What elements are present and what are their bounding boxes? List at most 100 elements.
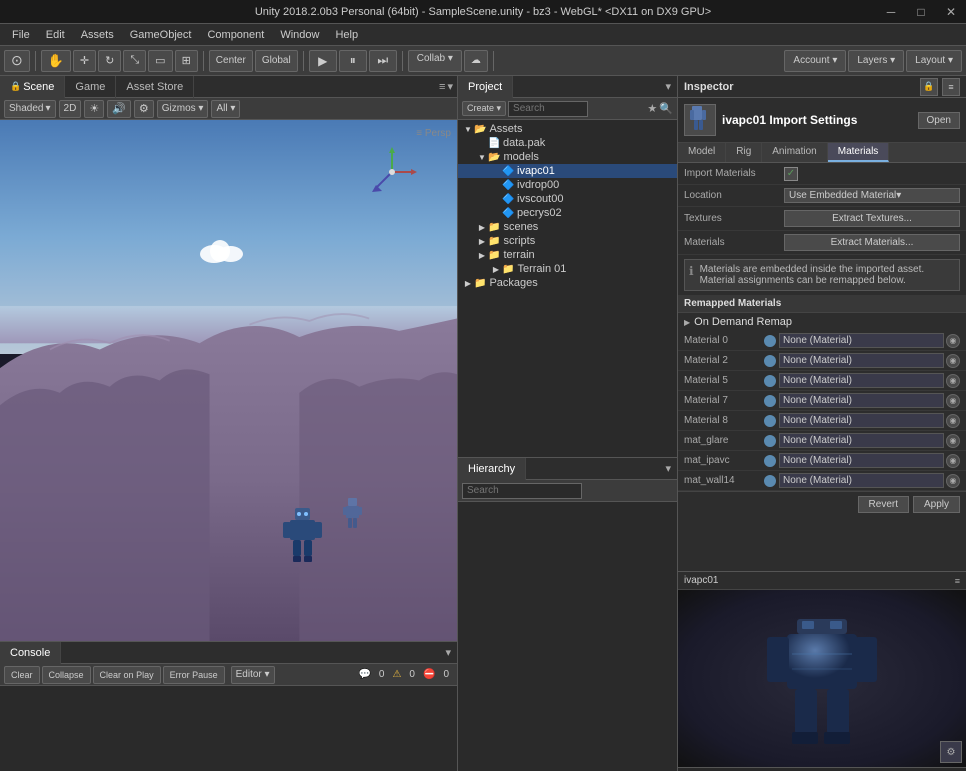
- mat-value-1[interactable]: None (Material): [779, 353, 944, 368]
- mat-value-3[interactable]: None (Material): [779, 393, 944, 408]
- rect-tool-button[interactable]: ▭: [148, 50, 172, 72]
- on-demand-remap[interactable]: ▶ On Demand Remap: [678, 313, 966, 331]
- tree-item-pecrys02[interactable]: 🔷pecrys02: [458, 206, 677, 220]
- tab-model[interactable]: Model: [678, 143, 726, 162]
- tab-asset-store[interactable]: Asset Store: [116, 76, 194, 98]
- import-materials-checkbox[interactable]: ✓: [784, 167, 798, 181]
- mat-value-2[interactable]: None (Material): [779, 373, 944, 388]
- close-button[interactable]: ✕: [936, 0, 966, 24]
- mat-picker-1[interactable]: ◉: [946, 354, 960, 368]
- mat-value-7[interactable]: None (Material): [779, 473, 944, 488]
- step-button[interactable]: ⏭: [369, 50, 397, 72]
- tab-materials[interactable]: Materials: [828, 143, 890, 162]
- tab-scene[interactable]: 🔒 Scene: [0, 76, 65, 98]
- unity-logo-button[interactable]: ⊙: [4, 50, 30, 72]
- menu-assets[interactable]: Assets: [73, 27, 122, 43]
- apply-button[interactable]: Apply: [913, 496, 960, 513]
- project-search-input[interactable]: [508, 101, 588, 117]
- menu-window[interactable]: Window: [272, 27, 327, 43]
- mat-picker-7[interactable]: ◉: [946, 474, 960, 488]
- scene-viewport[interactable]: ≡ Persp: [0, 120, 457, 641]
- audio-button[interactable]: 🔊: [107, 100, 131, 118]
- menu-help[interactable]: Help: [327, 27, 366, 43]
- tree-item-ivscout00[interactable]: 🔷ivscout00: [458, 192, 677, 206]
- tree-item-assets[interactable]: ▼📂Assets: [458, 122, 677, 136]
- lock-button[interactable]: 🔒: [920, 78, 938, 96]
- mat-value-0[interactable]: None (Material): [779, 333, 944, 348]
- search-icon[interactable]: 🔍: [659, 102, 673, 115]
- mat-picker-5[interactable]: ◉: [946, 434, 960, 448]
- layout-button[interactable]: Layout ▾: [906, 50, 962, 72]
- hand-tool-button[interactable]: ✋: [41, 50, 71, 72]
- extract-materials-button[interactable]: Extract Materials...: [784, 234, 960, 251]
- location-dropdown[interactable]: Use Embedded Material▾: [784, 188, 960, 203]
- effects-button[interactable]: ⚙: [134, 100, 154, 118]
- tab-animation[interactable]: Animation: [762, 143, 827, 162]
- all-dropdown[interactable]: All ▾: [211, 100, 240, 118]
- account-button[interactable]: Account ▾: [784, 50, 846, 72]
- tree-label-ivapc01: ivapc01: [517, 165, 555, 177]
- error-pause-button[interactable]: Error Pause: [163, 666, 225, 684]
- collapse-button[interactable]: Collapse: [42, 666, 91, 684]
- rotate-tool-button[interactable]: ↻: [98, 50, 121, 72]
- tree-item-scenes[interactable]: ▶📁scenes: [458, 220, 677, 234]
- gizmos-dropdown[interactable]: Gizmos ▾: [157, 100, 209, 118]
- hierarchy-search-input[interactable]: [462, 483, 582, 499]
- preview-settings-button[interactable]: ⚙: [940, 741, 962, 763]
- mat-picker-2[interactable]: ◉: [946, 374, 960, 388]
- tree-item-packages[interactable]: ▶📁Packages: [458, 276, 677, 290]
- preview-3d-viewport[interactable]: [678, 590, 966, 767]
- tree-item-scripts[interactable]: ▶📁scripts: [458, 234, 677, 248]
- global-button[interactable]: Global: [255, 50, 298, 72]
- tab-console[interactable]: Console: [0, 642, 61, 664]
- clear-on-play-button[interactable]: Clear on Play: [93, 666, 161, 684]
- tree-item-terrain01[interactable]: ▶📁Terrain 01: [458, 262, 677, 276]
- favorite-icon[interactable]: ★: [647, 102, 657, 115]
- scale-tool-button[interactable]: ⤡: [123, 50, 146, 72]
- extract-textures-button[interactable]: Extract Textures...: [784, 210, 960, 227]
- preview-menu[interactable]: ≡: [955, 576, 960, 586]
- collab-button[interactable]: Collab ▾: [408, 50, 462, 72]
- multi-tool-button[interactable]: ⊞: [175, 50, 198, 72]
- tab-game[interactable]: Game: [65, 76, 116, 98]
- center-button[interactable]: Center: [209, 50, 253, 72]
- mat-value-5[interactable]: None (Material): [779, 433, 944, 448]
- menu-component[interactable]: Component: [199, 27, 272, 43]
- menu-file[interactable]: File: [4, 27, 38, 43]
- mat-picker-4[interactable]: ◉: [946, 414, 960, 428]
- menu-gameobject[interactable]: GameObject: [122, 27, 200, 43]
- revert-button[interactable]: Revert: [858, 496, 909, 513]
- tree-item-ivapc01[interactable]: 🔷ivapc01: [458, 164, 677, 178]
- tree-item-terrain[interactable]: ▶📁terrain: [458, 248, 677, 262]
- menu-edit[interactable]: Edit: [38, 27, 73, 43]
- 2d-button[interactable]: 2D: [59, 100, 82, 118]
- mat-picker-6[interactable]: ◉: [946, 454, 960, 468]
- pause-button[interactable]: ⏸: [339, 50, 367, 72]
- tab-hierarchy[interactable]: Hierarchy: [458, 458, 526, 480]
- assetbundle-row: AssetBundle None None: [678, 767, 966, 771]
- mat-value-6[interactable]: None (Material): [779, 453, 944, 468]
- tab-project[interactable]: Project: [458, 76, 513, 98]
- shaded-dropdown[interactable]: Shaded ▾: [4, 100, 56, 118]
- editor-dropdown[interactable]: Editor ▾: [231, 666, 275, 684]
- mat-value-4[interactable]: None (Material): [779, 413, 944, 428]
- play-button[interactable]: ▶: [309, 50, 337, 72]
- create-button[interactable]: Create ▾: [462, 101, 506, 116]
- mat-picker-0[interactable]: ◉: [946, 334, 960, 348]
- lighting-button[interactable]: ☀: [84, 100, 104, 118]
- maximize-button[interactable]: □: [906, 0, 936, 24]
- minimize-button[interactable]: ─: [876, 0, 906, 24]
- clear-button[interactable]: Clear: [4, 666, 40, 684]
- open-button[interactable]: Open: [918, 112, 960, 129]
- hierarchy-panel-controls: ▾: [665, 462, 677, 475]
- tree-item-data_pak[interactable]: 📄data.pak: [458, 136, 677, 150]
- cloud-button[interactable]: ☁: [464, 50, 488, 72]
- layers-button[interactable]: Layers ▾: [848, 50, 904, 72]
- folder-icon-terrain: 📁: [488, 250, 500, 261]
- tree-item-models[interactable]: ▼📂models: [458, 150, 677, 164]
- inspector-menu-button[interactable]: ≡: [942, 78, 960, 96]
- tab-rig[interactable]: Rig: [726, 143, 762, 162]
- mat-picker-3[interactable]: ◉: [946, 394, 960, 408]
- tree-item-ivdrop00[interactable]: 🔷ivdrop00: [458, 178, 677, 192]
- move-tool-button[interactable]: ✛: [73, 50, 96, 72]
